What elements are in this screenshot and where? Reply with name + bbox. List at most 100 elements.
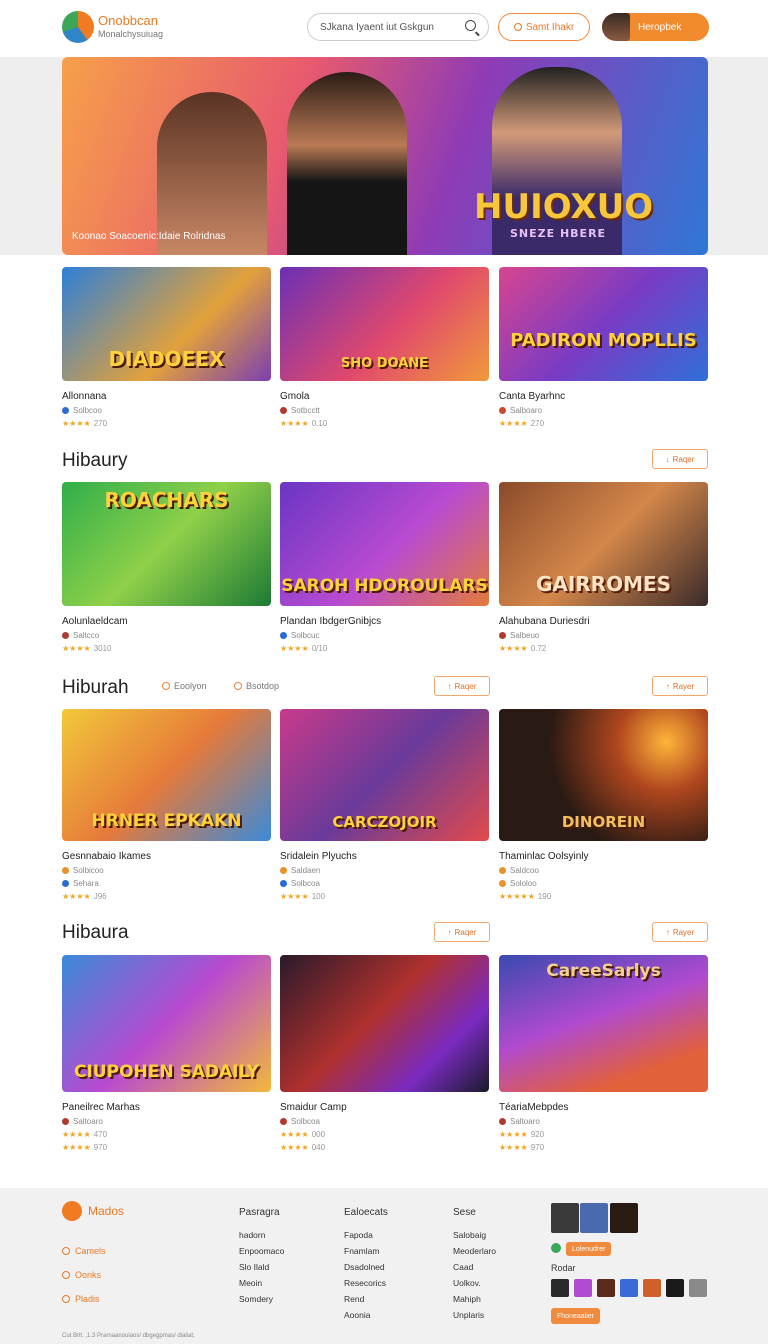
section-more-button[interactable]: ↑ Raqer	[434, 676, 490, 696]
footer-column-link[interactable]: Enpoomaco	[239, 1243, 284, 1259]
game-title[interactable]: Sridalein Plyuchs	[280, 851, 489, 862]
publisher-icon	[499, 880, 506, 887]
footer-link[interactable]: Camels	[62, 1246, 106, 1256]
submit-button[interactable]: Samt Ihakr	[498, 13, 590, 41]
section-more-button[interactable]: ↑ Rayer	[652, 922, 708, 942]
game-card[interactable]: CareeSarlys TéariaMebpdes Saltoaro ★★★★ 9…	[499, 955, 708, 1152]
footer-column-link[interactable]: Rend	[344, 1291, 388, 1307]
game-thumbnail[interactable]: CARCZOJOIR	[280, 709, 489, 841]
game-title[interactable]: Plandan IbdgerGnibjcs	[280, 616, 489, 627]
game-art-text: CARCZOJOIR	[332, 813, 437, 831]
footer-badge[interactable]: Lolenudrer	[566, 1242, 612, 1256]
footer-link[interactable]: Oonks	[62, 1270, 101, 1280]
game-card[interactable]: SHO DOANE Gmola Sotbcctt ★★★★ 0.10	[280, 267, 489, 428]
submit-button-label: Samt Ihakr	[525, 21, 575, 33]
footer-column-link[interactable]: Mahiph	[453, 1291, 496, 1307]
footer-follow-label: Rodar	[551, 1263, 576, 1273]
game-publisher: Saldcoo	[510, 866, 539, 875]
game-publisher: Salbeuo	[510, 631, 540, 640]
arrow-icon: ↑	[665, 681, 670, 691]
footer-column-link[interactable]: Slo Ilald	[239, 1259, 284, 1275]
logo-name[interactable]: Onobbcan	[98, 13, 158, 28]
game-card[interactable]: ROACHARS Aolunlaeldcam Saltcco ★★★★ 3010	[62, 482, 271, 653]
footer-logo[interactable]: Mados	[62, 1201, 124, 1221]
game-title[interactable]: Allonnana	[62, 391, 271, 402]
game-title[interactable]: Canta Byarhnc	[499, 391, 708, 402]
logo-icon[interactable]	[62, 11, 94, 43]
game-thumbnail[interactable]: CareeSarlys	[499, 955, 708, 1092]
user-menu-button[interactable]: Heropbek	[602, 13, 709, 41]
game-title[interactable]: Thaminlac Oolsyinly	[499, 851, 708, 862]
footer-column-link[interactable]: Caad	[453, 1259, 496, 1275]
game-card[interactable]: CARCZOJOIR Sridalein Plyuchs Saldaen Sol…	[280, 709, 489, 901]
game-thumbnail[interactable]: PADIRON MOPLLIS	[499, 267, 708, 381]
game-title[interactable]: Smaidur Camp	[280, 1102, 489, 1113]
game-card[interactable]: HRNER EPKAKN Gesnnabaio Ikames Solbicoo …	[62, 709, 271, 901]
footer-column-link[interactable]: Aoonia	[344, 1307, 388, 1323]
avatar	[602, 13, 630, 41]
footer-column-link[interactable]: Uolkov.	[453, 1275, 496, 1291]
footer-social-icon[interactable]	[643, 1279, 661, 1297]
game-art-text: SAROH HDOROULARS	[281, 576, 488, 596]
section-more-button[interactable]: ↑ Rayer	[652, 676, 708, 696]
game-card[interactable]: CIUPOHEN SADAILY Paneilrec Marhas Saltoa…	[62, 955, 271, 1152]
game-thumbnail[interactable]: SHO DOANE	[280, 267, 489, 381]
game-card[interactable]: SAROH HDOROULARS Plandan IbdgerGnibjcs S…	[280, 482, 489, 653]
footer-social-icon[interactable]	[551, 1279, 569, 1297]
game-meta: Salboaro	[499, 406, 708, 415]
arrow-icon: ↑	[447, 681, 452, 691]
footer-thumb[interactable]	[610, 1203, 638, 1233]
game-thumbnail[interactable]: SAROH HDOROULARS	[280, 482, 489, 606]
footer-social-icon[interactable]	[574, 1279, 592, 1297]
footer-column-link[interactable]: Meoin	[239, 1275, 284, 1291]
filter-option[interactable]: Bsotdop	[234, 681, 279, 691]
game-title[interactable]: Aolunlaeldcam	[62, 616, 271, 627]
rating-score: 970	[530, 1143, 545, 1152]
rating-score: 0/10	[311, 644, 328, 653]
game-thumbnail[interactable]: GAIRROMES	[499, 482, 708, 606]
footer-social-icon[interactable]	[666, 1279, 684, 1297]
footer-cta-button[interactable]: Fhoneaalier	[551, 1308, 600, 1324]
footer-column-link[interactable]: Fnamlam	[344, 1243, 388, 1259]
status-dot-icon	[551, 1243, 561, 1253]
footer-thumb[interactable]	[551, 1203, 579, 1233]
footer-column-link[interactable]: Meoderlaro	[453, 1243, 496, 1259]
game-thumbnail[interactable]: DIADOEEX	[62, 267, 271, 381]
game-thumbnail[interactable]: CIUPOHEN SADAILY	[62, 955, 271, 1092]
footer-column-link[interactable]: Unplaris	[453, 1307, 496, 1323]
game-title[interactable]: Gmola	[280, 391, 489, 402]
game-card[interactable]: DINOREIN Thaminlac Oolsyinly Saldcoo Sol…	[499, 709, 708, 901]
footer-social-icon[interactable]	[620, 1279, 638, 1297]
footer-social-icon[interactable]	[597, 1279, 615, 1297]
footer-column-link[interactable]: Somdery	[239, 1291, 284, 1307]
search-input[interactable]: SJkana Iyaent iut Gskgun	[307, 13, 489, 41]
game-card[interactable]: PADIRON MOPLLIS Canta Byarhnc Salboaro ★…	[499, 267, 708, 428]
game-thumbnail[interactable]	[280, 955, 489, 1092]
game-card[interactable]: DIADOEEX Allonnana Solbcoo ★★★★ 270	[62, 267, 271, 428]
game-thumbnail[interactable]: DINOREIN	[499, 709, 708, 841]
game-card[interactable]: Smaidur Camp Solbcoa ★★★★ 000 ★★★★ 040	[280, 955, 489, 1152]
game-title[interactable]: Alahubana Duriesdri	[499, 616, 708, 627]
footer-column-link[interactable]: Dsadolned	[344, 1259, 388, 1275]
game-thumbnail[interactable]: HRNER EPKAKN	[62, 709, 271, 841]
filter-option[interactable]: Eoolyon	[162, 681, 207, 691]
footer-social-icon[interactable]	[689, 1279, 707, 1297]
hero-banner[interactable]: HUIOXUO SNEZE HBERE Koonao Soacoenic:Ida…	[62, 57, 708, 255]
footer-column-link[interactable]: Resecorics	[344, 1275, 388, 1291]
game-title[interactable]: Paneilrec Marhas	[62, 1102, 271, 1113]
publisher-icon	[62, 867, 69, 874]
footer-column-link[interactable]: hadorn	[239, 1227, 284, 1243]
game-publisher: Saltoaro	[73, 1117, 103, 1126]
section-more-button[interactable]: ↑ Raqer	[434, 922, 490, 942]
game-thumbnail[interactable]: ROACHARS	[62, 482, 271, 606]
footer-link[interactable]: Pladis	[62, 1294, 100, 1304]
game-title[interactable]: TéariaMebpdes	[499, 1102, 708, 1113]
section-more-button[interactable]: ↓ Raqer	[652, 449, 708, 469]
footer-column-link[interactable]: Salobaig	[453, 1227, 496, 1243]
footer-column-link[interactable]: Fapoda	[344, 1227, 388, 1243]
footer-thumb[interactable]	[580, 1203, 608, 1233]
search-icon[interactable]	[465, 20, 476, 31]
game-title[interactable]: Gesnnabaio Ikames	[62, 851, 271, 862]
game-card[interactable]: GAIRROMES Alahubana Duriesdri Salbeuo ★★…	[499, 482, 708, 653]
rating-stars: ★★★★	[280, 892, 309, 901]
